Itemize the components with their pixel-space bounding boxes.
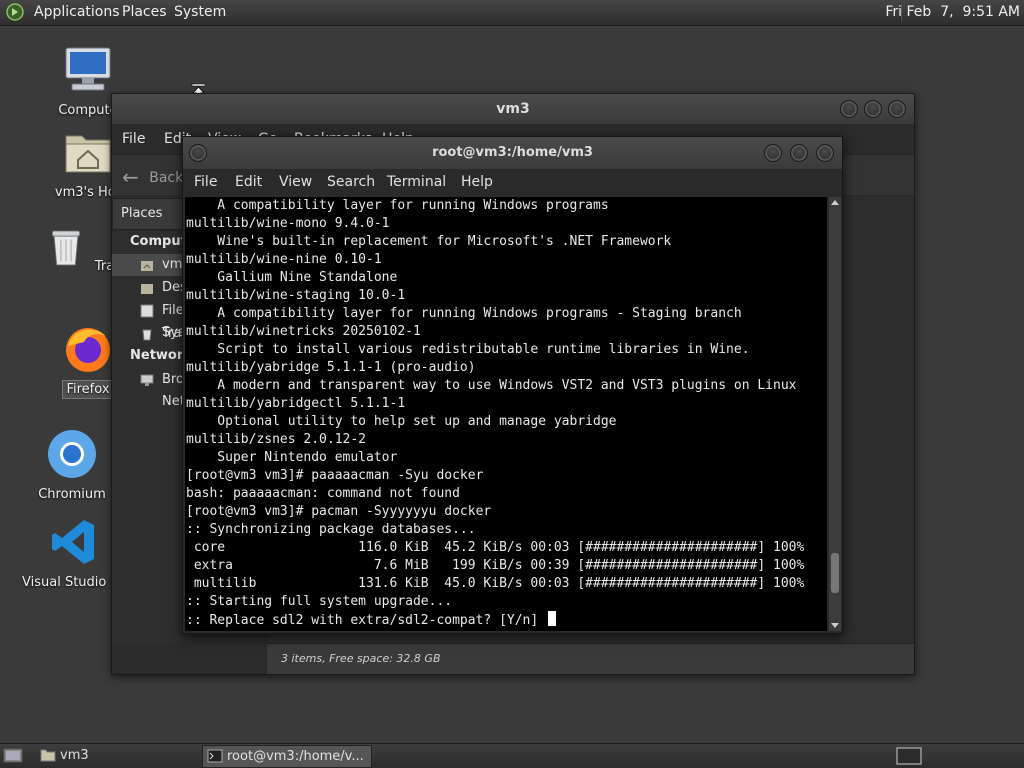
terminal-window[interactable]: root@vm3:/home/vm3 File Edit View Search… xyxy=(182,136,843,634)
taskbar-item-label: vm3 xyxy=(60,748,89,763)
terminal-line: multilib/zsnes 2.0.12-2 xyxy=(186,432,367,447)
vscode-icon xyxy=(52,520,94,564)
menu-terminal[interactable]: Terminal xyxy=(387,174,446,190)
terminal-line: [root@vm3 vm3]# pacman -Syyyyyyu docker xyxy=(186,504,492,519)
drive-icon xyxy=(140,304,154,318)
minimize-button[interactable] xyxy=(840,100,858,118)
applications-menu[interactable]: Applications xyxy=(34,4,120,20)
trash-icon xyxy=(51,230,80,266)
terminal-line: multilib/wine-mono 9.4.0-1 xyxy=(186,216,390,231)
terminal-line: bash: paaaaacman: command not found xyxy=(186,486,460,501)
back-button[interactable]: ← Back xyxy=(122,165,183,189)
taskbar-item-label: root@vm3:/home/v... xyxy=(227,749,364,764)
folder-icon xyxy=(40,749,56,762)
terminal-cursor xyxy=(548,611,557,626)
desktop-icon-label: Chromium xyxy=(38,487,106,502)
menu-view[interactable]: View xyxy=(279,174,312,190)
bottom-panel: vm3 root@vm3:/home/v... xyxy=(0,743,1024,768)
top-panel: Applications Places System Fri Feb 7, 9:… xyxy=(0,0,1024,26)
menu-search[interactable]: Search xyxy=(327,174,375,190)
terminal-line: Super Nintendo emulator xyxy=(186,450,398,465)
terminal-line: A compatibility layer for running Window… xyxy=(186,198,609,213)
terminal-text: A compatibility layer for running Window… xyxy=(186,197,804,630)
sidebar-item-browse-network[interactable]: Browse Network xyxy=(112,369,216,409)
places-menu[interactable]: Places xyxy=(122,4,167,20)
sidebar-item-desktop[interactable]: Desktop xyxy=(112,277,216,299)
terminal-titlebar[interactable]: root@vm3:/home/vm3 xyxy=(183,137,842,169)
workspace-switcher-icon[interactable] xyxy=(896,747,922,765)
window-title: vm3 xyxy=(496,101,530,117)
clock[interactable]: Fri Feb 7, 9:51 AM xyxy=(885,4,1020,20)
taskbar-item-file-manager[interactable]: vm3 xyxy=(36,745,220,766)
desktop-icon xyxy=(141,284,153,294)
home-folder-icon xyxy=(65,135,111,173)
window-title: root@vm3:/home/vm3 xyxy=(432,145,593,160)
menu-help[interactable]: Help xyxy=(461,174,493,190)
terminal-line: :: Synchronizing package databases... xyxy=(186,522,476,537)
sidebar-item-home[interactable]: vm3 xyxy=(112,254,192,276)
terminal-line: Gallium Nine Standalone xyxy=(186,270,398,285)
desktop-icon-label: Firefox xyxy=(62,380,114,399)
window-menu-button[interactable] xyxy=(189,144,207,162)
scroll-down-arrow-icon[interactable] xyxy=(831,623,839,628)
maximize-button[interactable] xyxy=(790,144,808,162)
terminal-line: extra 7.6 MiB 199 KiB/s 00:39 [#########… xyxy=(186,558,805,573)
firefox-icon xyxy=(66,328,110,372)
terminal-line: Optional utility to help set up and mana… xyxy=(186,414,617,429)
computer-icon xyxy=(65,47,111,91)
terminal-line: multilib/winetricks 20250102-1 xyxy=(186,324,421,339)
terminal-line: Wine's built-in replacement for Microsof… xyxy=(186,234,672,249)
scroll-up-arrow-icon[interactable] xyxy=(831,200,839,205)
terminal-line: multilib/wine-staging 10.0-1 xyxy=(186,288,406,303)
terminal-line: :: Starting full system upgrade... xyxy=(186,594,453,609)
trash-icon xyxy=(142,329,152,341)
close-button[interactable] xyxy=(816,144,834,162)
menu-file[interactable]: File xyxy=(122,131,145,147)
desktop-icon-chromium[interactable]: Chromium xyxy=(27,428,117,503)
home-icon xyxy=(141,261,153,271)
scrollbar[interactable] xyxy=(829,197,841,631)
terminal-line: core 116.0 KiB 45.2 KiB/s 00:03 [#######… xyxy=(186,540,805,555)
terminal-line: :: Replace sdl2 with extra/sdl2-compat? … xyxy=(186,613,547,628)
taskbar-item-terminal[interactable]: root@vm3:/home/v... xyxy=(202,745,372,768)
network-icon xyxy=(140,374,154,386)
scrollbar-thumb[interactable] xyxy=(831,553,839,594)
terminal-line: [root@vm3 vm3]# paaaaacman -Syu docker xyxy=(186,468,484,483)
terminal-line: multilib/yabridgectl 5.1.1-1 xyxy=(186,396,406,411)
terminal-line: A modern and transparent way to use Wind… xyxy=(186,378,797,393)
sidebar-item-trash[interactable]: Trash xyxy=(112,323,196,345)
terminal-line: multilib 131.6 KiB 45.0 KiB/s 00:03 [###… xyxy=(186,576,805,591)
sidebar-selector-label: Places xyxy=(121,206,163,221)
sidebar-item-filesystem[interactable]: File System xyxy=(112,300,210,340)
distro-logo-icon[interactable] xyxy=(6,3,24,21)
back-arrow-icon: ← xyxy=(122,165,139,189)
status-bar: 3 items, Free space: 32.8 GB xyxy=(267,643,914,674)
back-label: Back xyxy=(149,170,184,186)
menu-file[interactable]: File xyxy=(194,174,217,190)
minimize-button[interactable] xyxy=(764,144,782,162)
places-sidebar: Computer vm3 Desktop File System Trash N… xyxy=(112,232,216,644)
file-manager-titlebar[interactable]: vm3 xyxy=(112,94,914,124)
terminal-line: multilib/yabridge 5.1.1-1 (pro-audio) xyxy=(186,360,476,375)
sidebar-selector[interactable]: Places xyxy=(112,198,192,230)
terminal-line: multilib/wine-nine 0.10-1 xyxy=(186,252,382,267)
terminal-line: A compatibility layer for running Window… xyxy=(186,306,742,321)
system-menu[interactable]: System xyxy=(174,4,226,20)
terminal-icon xyxy=(207,749,223,763)
terminal-output[interactable]: A compatibility layer for running Window… xyxy=(185,197,827,631)
maximize-button[interactable] xyxy=(864,100,882,118)
menu-edit[interactable]: Edit xyxy=(235,174,262,190)
chromium-icon xyxy=(48,430,96,478)
terminal-line: Script to install various redistributabl… xyxy=(186,342,750,357)
show-desktop-icon[interactable] xyxy=(3,747,23,764)
close-button[interactable] xyxy=(888,100,906,118)
